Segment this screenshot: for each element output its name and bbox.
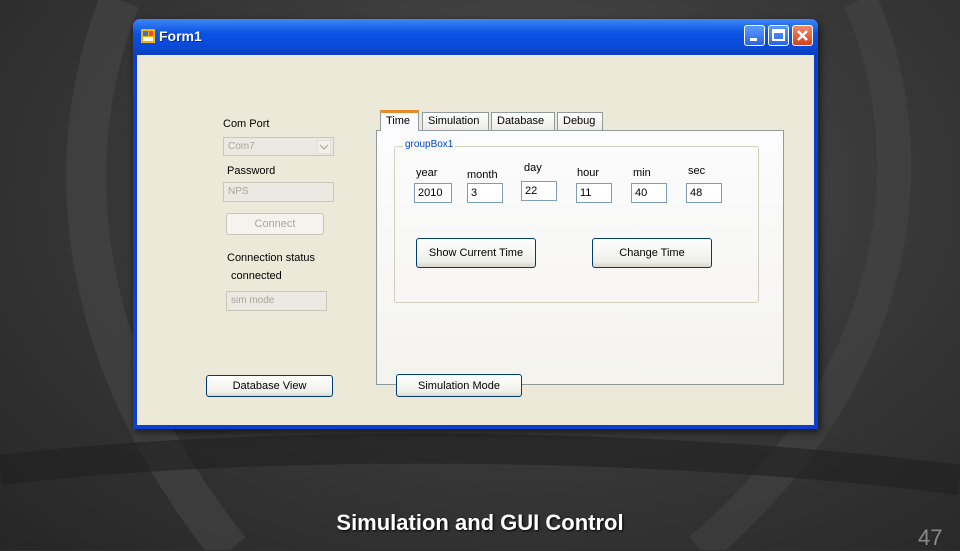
title-bar[interactable]: Form1 — [133, 19, 818, 55]
close-icon — [797, 30, 808, 41]
form-icon — [141, 29, 155, 43]
min-label: min — [633, 167, 651, 179]
mode-field[interactable]: sim mode — [226, 291, 327, 311]
com-port-select[interactable]: Com7 — [223, 137, 334, 156]
minimize-button[interactable] — [744, 25, 765, 46]
mode-value: sim mode — [231, 295, 275, 306]
window-title: Form1 — [159, 28, 202, 44]
change-time-button[interactable]: Change Time — [592, 238, 712, 268]
day-label: day — [524, 162, 542, 174]
close-button[interactable] — [792, 25, 813, 46]
password-field[interactable]: NPS — [223, 182, 334, 202]
connect-button[interactable]: Connect — [226, 213, 324, 235]
year-label: year — [416, 167, 438, 179]
tab-simulation[interactable]: Simulation — [422, 112, 489, 130]
slide-title: Simulation and GUI Control — [336, 510, 624, 535]
form1-window: Form1 Com Port Com7 Password NPS Connect… — [133, 19, 818, 429]
sec-field[interactable]: 48 — [686, 183, 722, 203]
show-current-time-button[interactable]: Show Current Time — [416, 238, 536, 268]
month-field[interactable]: 3 — [467, 183, 503, 203]
com-port-label: Com Port — [223, 118, 270, 130]
tab-panel-time: groupBox1 year 2010 month 3 day 22 hour … — [376, 130, 784, 385]
groupbox: groupBox1 year 2010 month 3 day 22 hour … — [394, 139, 759, 303]
min-field[interactable]: 40 — [631, 183, 667, 203]
groupbox-title: groupBox1 — [403, 139, 456, 150]
chevron-down-icon — [317, 140, 331, 154]
day-field[interactable]: 22 — [521, 181, 557, 201]
maximize-button[interactable] — [768, 25, 789, 46]
connection-status-label: Connection status — [227, 252, 316, 264]
hour-label: hour — [577, 167, 600, 179]
connection-status-value: connected — [231, 270, 282, 282]
database-view-button[interactable]: Database View — [206, 375, 333, 397]
password-value: NPS — [228, 186, 249, 197]
password-label: Password — [227, 165, 276, 177]
form-client-area: Com Port Com7 Password NPS Connect Conne… — [137, 55, 814, 425]
tab-debug[interactable]: Debug — [557, 112, 603, 130]
tab-database[interactable]: Database — [491, 112, 555, 130]
page-number: 47 — [918, 525, 943, 550]
month-label: month — [467, 169, 498, 181]
com-port-value: Com7 — [228, 141, 255, 152]
simulation-mode-button[interactable]: Simulation Mode — [396, 374, 522, 397]
sec-label: sec — [688, 165, 706, 177]
year-field[interactable]: 2010 — [414, 183, 452, 203]
tab-time[interactable]: Time — [380, 110, 419, 131]
hour-field[interactable]: 11 — [576, 183, 612, 203]
maximize-icon — [772, 29, 785, 41]
minimize-icon — [750, 38, 757, 41]
